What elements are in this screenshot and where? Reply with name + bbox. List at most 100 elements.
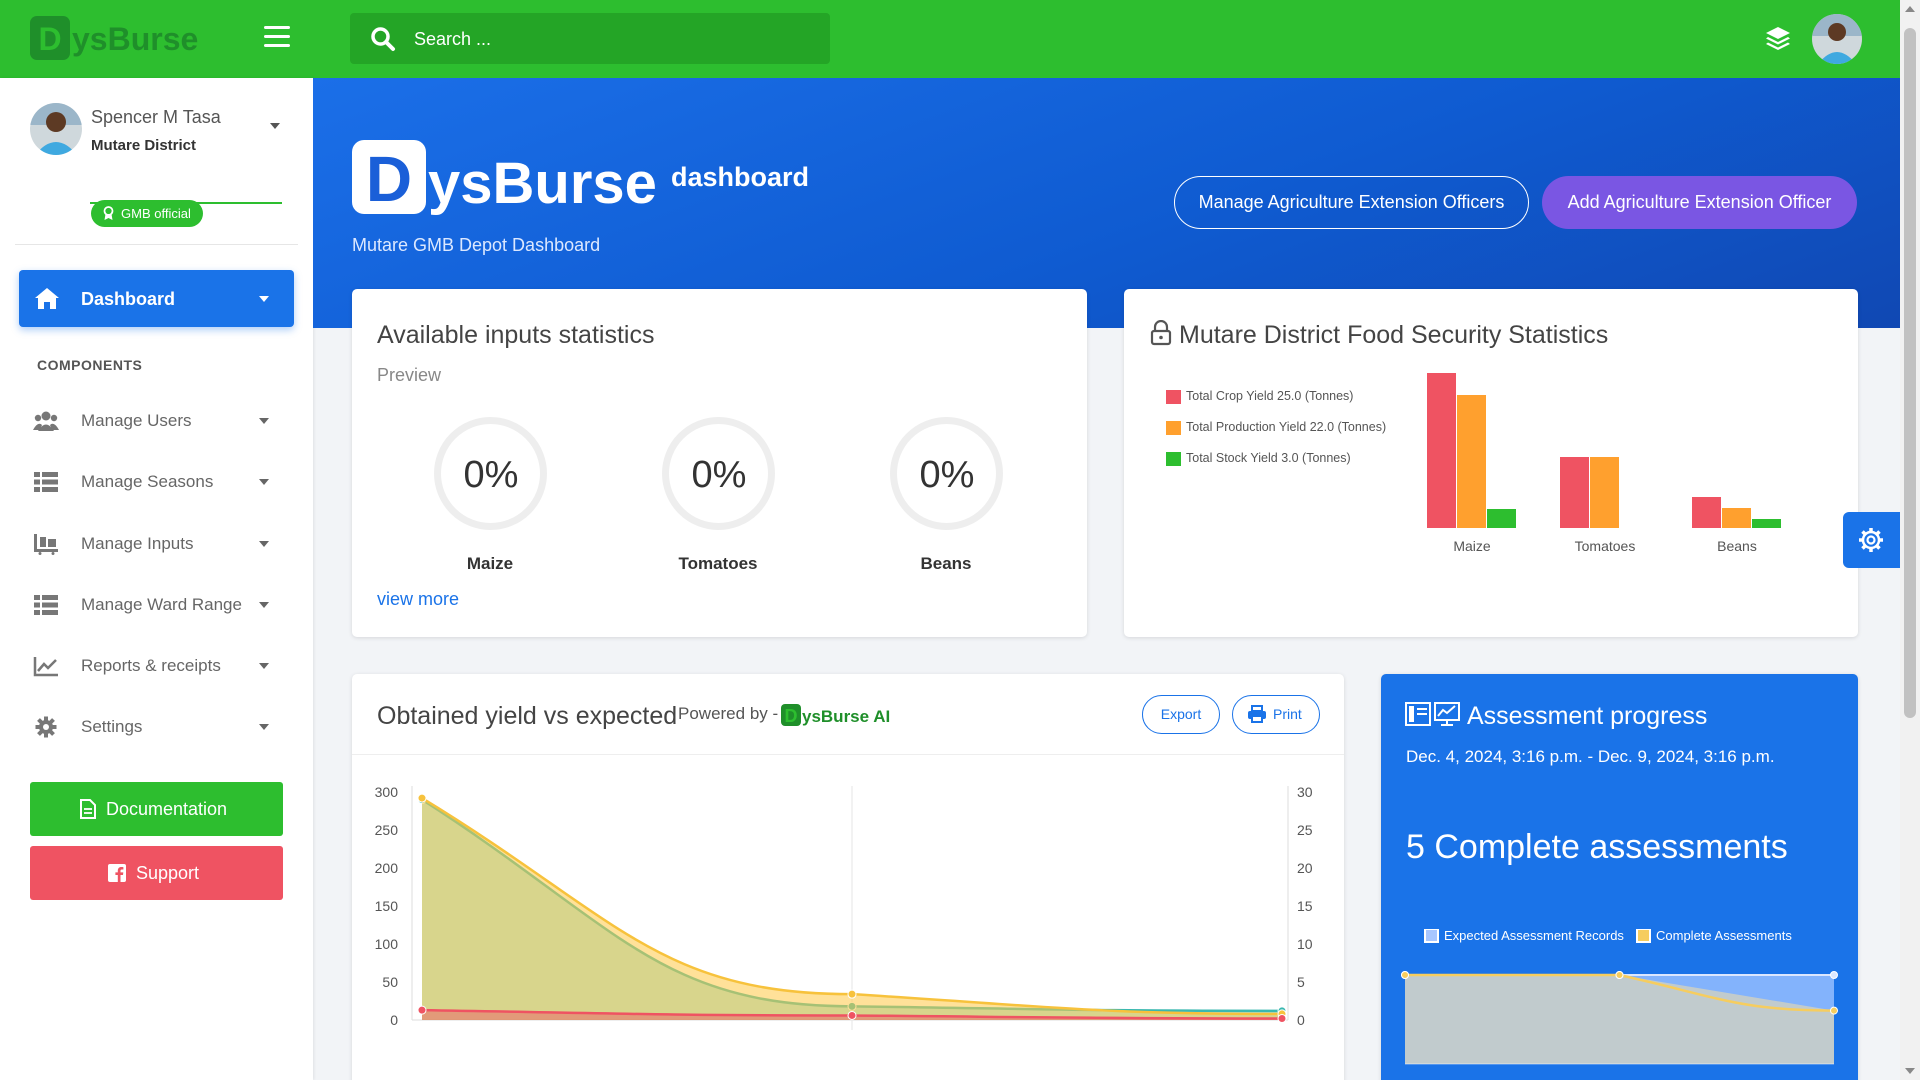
- user-avatar[interactable]: [1812, 14, 1862, 64]
- chevron-down-icon: [259, 602, 269, 608]
- dysburse-ai-logo: D ysBurse AI: [781, 704, 890, 726]
- chevron-down-icon[interactable]: [270, 123, 280, 129]
- card-title: Obtained yield vs expected: [377, 702, 678, 730]
- layers-icon[interactable]: [1764, 24, 1792, 52]
- data-point[interactable]: [1401, 971, 1409, 979]
- sidebar-item-label: Manage Inputs: [81, 534, 194, 553]
- sidebar-item-label: Manage Ward Range: [81, 595, 242, 614]
- data-point[interactable]: [847, 1010, 857, 1020]
- chevron-down-icon: [259, 479, 269, 485]
- data-point[interactable]: [417, 1005, 427, 1015]
- y-axis-tick-left: 0: [390, 1012, 398, 1028]
- brand-logo-text: ysBurse: [72, 21, 198, 57]
- legend-item[interactable]: Complete Assessments: [1636, 929, 1792, 943]
- legend-label: Expected Assessment Records: [1444, 929, 1624, 943]
- page-scrollbar[interactable]: [1900, 0, 1920, 1080]
- sidebar-item-label: Reports & receipts: [81, 656, 221, 675]
- print-button[interactable]: Print: [1232, 695, 1320, 734]
- sidebar-item-settings[interactable]: Settings: [19, 703, 294, 751]
- legend-label: Total Production Yield 22.0 (Tonnes): [1186, 420, 1387, 434]
- data-point[interactable]: [417, 793, 427, 803]
- y-axis-tick-right: 30: [1297, 784, 1313, 800]
- divider: [15, 244, 298, 245]
- users-icon: [33, 411, 59, 431]
- monitor-icon: [1405, 702, 1460, 726]
- progress-label: Tomatoes: [678, 554, 758, 573]
- bar[interactable]: [1692, 497, 1721, 528]
- sidebar-item-label: Settings: [81, 717, 143, 736]
- scrollbar-thumb[interactable]: [1904, 28, 1916, 718]
- sidebar-item-manage-seasons[interactable]: Manage Seasons: [19, 458, 294, 506]
- documentation-button[interactable]: Documentation: [30, 782, 283, 836]
- inputs-statistics-card: Available inputs statistics Preview 0% M…: [352, 289, 1087, 637]
- progress-ring: 0%: [434, 417, 547, 530]
- bar[interactable]: [1590, 457, 1619, 528]
- lock-icon: [1150, 320, 1172, 346]
- progress-ring: 0%: [890, 417, 1003, 530]
- y-axis-tick-right: 15: [1297, 898, 1313, 914]
- card-title: Mutare District Food Security Statistics: [1179, 321, 1609, 349]
- y-axis-tick-right: 25: [1297, 822, 1313, 838]
- brand-logo-letter: D: [38, 21, 61, 57]
- progress-label: Beans: [920, 554, 972, 573]
- yield-area-chart: 300250200150100500302520151050: [375, 784, 1313, 1030]
- y-axis-tick-right: 0: [1297, 1012, 1305, 1028]
- search-icon[interactable]: [370, 26, 396, 52]
- bar[interactable]: [1722, 508, 1751, 528]
- legend-label: Total Stock Yield 3.0 (Tonnes): [1186, 451, 1351, 465]
- legend-swatch: [1424, 929, 1439, 943]
- export-button[interactable]: Export: [1142, 695, 1220, 734]
- gear-icon: [35, 716, 57, 738]
- bar[interactable]: [1752, 519, 1781, 528]
- search-input[interactable]: [414, 23, 814, 55]
- sidebar-item-manage-users[interactable]: Manage Users: [19, 397, 294, 445]
- scroll-down-arrow[interactable]: [1905, 1068, 1915, 1074]
- legend-swatch: [1166, 421, 1181, 435]
- support-button[interactable]: Support: [30, 846, 283, 900]
- bar[interactable]: [1427, 373, 1456, 528]
- y-axis-tick-left: 250: [375, 822, 399, 838]
- legend-item[interactable]: Expected Assessment Records: [1424, 929, 1624, 943]
- bar[interactable]: [1560, 457, 1589, 528]
- data-point[interactable]: [1277, 1013, 1287, 1023]
- legend-swatch: [1636, 929, 1651, 943]
- manage-officers-button[interactable]: Manage Agriculture Extension Officers: [1174, 176, 1529, 229]
- hero-logo: D ysBurse: [352, 140, 657, 216]
- sidebar-item-manage-ward-range[interactable]: Manage Ward Range: [19, 581, 294, 629]
- menu-toggle-icon[interactable]: [264, 26, 290, 48]
- data-point[interactable]: [1615, 971, 1624, 979]
- data-point[interactable]: [1830, 971, 1838, 979]
- y-axis-tick-left: 150: [375, 898, 399, 914]
- search-bar: [350, 13, 830, 64]
- dysburse-ai-logo-letter: D: [785, 706, 798, 726]
- data-point[interactable]: [847, 989, 857, 999]
- user-district: Mutare District: [91, 137, 197, 154]
- bar[interactable]: [1457, 395, 1486, 528]
- data-point[interactable]: [1830, 1006, 1838, 1015]
- divider: [352, 754, 1344, 755]
- sidebar-item-label: Dashboard: [81, 289, 176, 309]
- scroll-up-arrow[interactable]: [1905, 6, 1915, 12]
- sidebar-item-label: Manage Users: [81, 411, 192, 430]
- y-axis-tick-right: 10: [1297, 936, 1313, 952]
- brand-logo[interactable]: D ysBurse: [28, 12, 228, 64]
- role-badge: GMB official: [91, 200, 203, 227]
- x-axis-label: Tomatoes: [1574, 538, 1636, 554]
- sidebar-item-dashboard[interactable]: Dashboard: [19, 270, 294, 327]
- legend-label: Total Crop Yield 25.0 (Tonnes): [1186, 389, 1354, 403]
- hero-logo-text: ysBurse: [428, 151, 657, 216]
- assessment-line-chart: Expected Assessment Records Complete Asse…: [1401, 929, 1838, 1080]
- card-title: Available inputs statistics: [377, 321, 655, 349]
- y-axis-tick-right: 5: [1297, 974, 1305, 990]
- printer-icon: [1248, 705, 1266, 723]
- user-profile: Spencer M Tasa Mutare District: [30, 103, 285, 204]
- bar[interactable]: [1487, 509, 1516, 528]
- chart-line-icon: [33, 657, 58, 677]
- settings-fab-button[interactable]: [1843, 512, 1900, 568]
- food-security-card: Mutare District Food Security Statistics…: [1124, 289, 1858, 637]
- view-more-link[interactable]: view more: [377, 589, 459, 610]
- sidebar-item-reports-receipts[interactable]: Reports & receipts: [19, 642, 294, 690]
- sidebar-item-manage-inputs[interactable]: Manage Inputs: [19, 520, 294, 568]
- role-badge-label: GMB official: [121, 206, 191, 221]
- add-officer-button[interactable]: Add Agriculture Extension Officer: [1542, 176, 1857, 229]
